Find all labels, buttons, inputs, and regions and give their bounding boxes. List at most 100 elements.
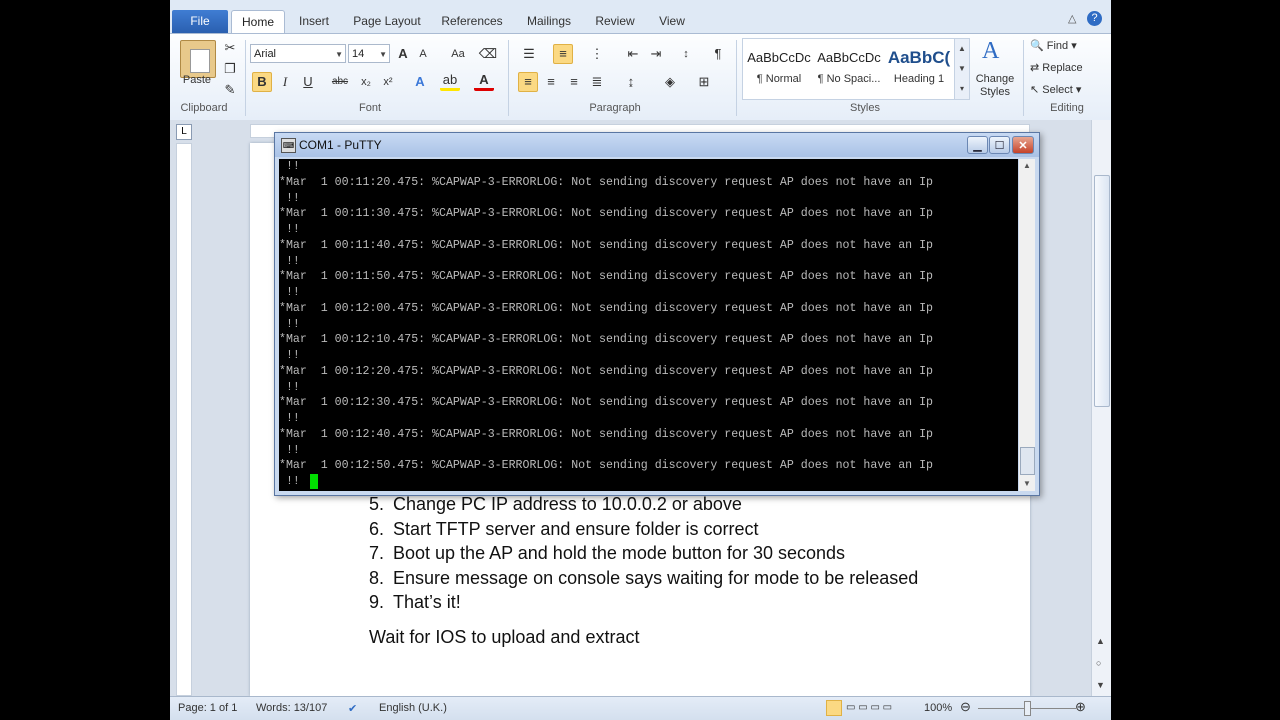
- language[interactable]: English (U.K.): [379, 702, 447, 714]
- bold-icon[interactable]: B: [252, 72, 272, 92]
- style-no-spacing[interactable]: AaBbCcDc ¶ No Spaci...: [814, 40, 884, 96]
- scroll-down-icon[interactable]: ▼: [1019, 477, 1035, 491]
- view-buttons[interactable]: ▭ ▭ ▭ ▭: [846, 702, 892, 713]
- terminal-line: *Mar 1 00:11:30.475: %CAPWAP-3-ERRORLOG:…: [279, 207, 933, 221]
- show-formatting-icon[interactable]: ¶: [708, 44, 728, 64]
- decrease-indent-icon[interactable]: ⇤: [623, 44, 643, 64]
- grow-font-icon[interactable]: A: [393, 44, 413, 64]
- terminal-output[interactable]: !! *Mar 1 00:11:20.475: %CAPWAP-3-ERRORLO…: [279, 159, 1018, 491]
- putty-icon[interactable]: ⌨: [281, 138, 296, 153]
- bullets-icon[interactable]: ☰: [519, 44, 539, 64]
- font-size-combo[interactable]: 14 ▼: [348, 44, 390, 63]
- underline-icon[interactable]: U: [298, 72, 318, 92]
- ribbon-tab-bar: File Home Insert Page Layout References …: [170, 0, 1111, 34]
- format-painter-icon[interactable]: ✎: [220, 80, 240, 100]
- numbering-icon[interactable]: ≡: [553, 44, 573, 64]
- style-normal[interactable]: AaBbCcDc ¶ Normal: [744, 40, 814, 96]
- font-name-combo[interactable]: Arial ▼: [250, 44, 346, 63]
- line-spacing-icon[interactable]: ↨: [621, 72, 641, 92]
- select-button[interactable]: ↖ Select ▾: [1030, 83, 1081, 96]
- superscript-icon[interactable]: x²: [378, 72, 398, 92]
- italic-icon[interactable]: I: [275, 72, 295, 92]
- tab-mailings[interactable]: Mailings: [518, 10, 580, 32]
- cut-icon[interactable]: ✂: [220, 38, 240, 58]
- word-count[interactable]: Words: 13/107: [256, 702, 327, 714]
- vertical-scrollbar[interactable]: ▲ ○ ▼: [1091, 120, 1111, 696]
- terminal-line: !!: [279, 349, 300, 362]
- style-heading-1[interactable]: AaBbC( Heading 1: [884, 40, 954, 96]
- terminal-line: *Mar 1 00:12:00.475: %CAPWAP-3-ERRORLOG:…: [279, 301, 933, 315]
- proofing-icon[interactable]: ✔: [348, 702, 357, 715]
- zoom-out-icon[interactable]: ⊖: [960, 699, 971, 715]
- zoom-slider-thumb[interactable]: [1024, 701, 1031, 716]
- terminal-line: !!: [279, 160, 300, 173]
- list-item: 7. Boot up the AP and hold the mode butto…: [369, 543, 846, 563]
- change-styles-button[interactable]: Change Styles: [970, 73, 1020, 99]
- justify-icon[interactable]: ≣: [587, 72, 607, 92]
- font-group-label: Font: [358, 102, 381, 114]
- terminal-line: !!: [279, 317, 300, 331]
- align-left-icon[interactable]: ≡: [518, 72, 538, 92]
- tab-home[interactable]: Home: [231, 10, 285, 33]
- tab-review[interactable]: Review: [590, 10, 640, 32]
- paste-icon[interactable]: [180, 40, 216, 78]
- print-layout-icon[interactable]: [826, 700, 842, 716]
- scrollbar-thumb[interactable]: [1094, 175, 1110, 407]
- shrink-font-icon[interactable]: A: [413, 44, 433, 64]
- paste-button[interactable]: Paste: [178, 74, 216, 86]
- document-paragraph: Wait for IOS to upload and extract: [369, 627, 640, 647]
- tab-insert[interactable]: Insert: [290, 10, 338, 32]
- divider: [736, 40, 737, 116]
- align-center-icon[interactable]: ≡: [541, 72, 561, 92]
- tab-references[interactable]: References: [436, 10, 508, 32]
- vertical-ruler[interactable]: [176, 143, 192, 696]
- change-styles-icon[interactable]: A: [982, 38, 999, 65]
- shading-icon[interactable]: ◈: [660, 72, 680, 92]
- terminal-line: *Mar 1 00:11:20.475: %CAPWAP-3-ERRORLOG:…: [279, 175, 933, 189]
- find-button[interactable]: 🔍 Find ▾: [1030, 39, 1077, 52]
- replace-button[interactable]: ⇄ Replace: [1030, 61, 1083, 74]
- multilevel-list-icon[interactable]: ⋮: [587, 44, 607, 64]
- styles-gallery-scroll[interactable]: ▲ ▼ ▾: [954, 38, 970, 100]
- highlight-icon[interactable]: ab: [440, 72, 460, 91]
- tab-view[interactable]: View: [650, 10, 694, 32]
- putty-title-bar[interactable]: ⌨ COM1 - PuTTY ▁ ☐ ✕: [275, 133, 1039, 157]
- text-effects-icon[interactable]: A: [410, 72, 430, 92]
- font-color-icon[interactable]: A: [474, 72, 494, 91]
- tab-page-layout[interactable]: Page Layout: [348, 10, 426, 32]
- terminal-line: *Mar 1 00:12:40.475: %CAPWAP-3-ERRORLOG:…: [279, 427, 933, 441]
- copy-icon[interactable]: ❐: [220, 59, 240, 79]
- sort-icon[interactable]: ↕: [676, 44, 696, 64]
- terminal-line: *Mar 1 00:11:40.475: %CAPWAP-3-ERRORLOG:…: [279, 238, 933, 252]
- tab-file[interactable]: File: [172, 10, 228, 33]
- clear-formatting-icon[interactable]: ⌫: [478, 44, 498, 64]
- tab-selector[interactable]: L: [176, 124, 192, 140]
- scroll-up-icon[interactable]: ▲: [1019, 159, 1035, 173]
- putty-window[interactable]: ⌨ COM1 - PuTTY ▁ ☐ ✕ !! *Mar 1 00:11:20.4…: [274, 132, 1040, 496]
- terminal-line: *Mar 1 00:12:20.475: %CAPWAP-3-ERRORLOG:…: [279, 364, 933, 378]
- change-case-icon[interactable]: Aa: [445, 44, 471, 64]
- maximize-button[interactable]: ☐: [989, 136, 1010, 154]
- find-icon: 🔍: [1030, 40, 1044, 52]
- zoom-level[interactable]: 100%: [924, 702, 952, 714]
- list-item: 6. Start TFTP server and ensure folder is…: [369, 518, 759, 539]
- borders-icon[interactable]: ⊞: [694, 72, 714, 92]
- divider: [508, 40, 509, 116]
- clipboard-group-label: Clipboard: [180, 102, 228, 114]
- subscript-icon[interactable]: x₂: [356, 72, 376, 92]
- increase-indent-icon[interactable]: ⇥: [646, 44, 666, 64]
- terminal-line: !!: [279, 286, 300, 299]
- browse-buttons[interactable]: ▲ ○ ▼: [1096, 630, 1105, 696]
- putty-title: COM1 - PuTTY: [299, 138, 382, 152]
- page-count[interactable]: Page: 1 of 1: [178, 702, 237, 714]
- align-right-icon[interactable]: ≡: [564, 72, 584, 92]
- minimize-ribbon-icon[interactable]: △: [1068, 12, 1076, 25]
- help-icon[interactable]: ?: [1087, 11, 1102, 26]
- select-icon: ↖: [1030, 84, 1040, 96]
- strikethrough-icon[interactable]: abc: [330, 72, 350, 92]
- minimize-button[interactable]: ▁: [967, 136, 988, 154]
- terminal-scrollbar[interactable]: ▲ ▼: [1019, 159, 1035, 491]
- zoom-in-icon[interactable]: ⊕: [1075, 699, 1086, 715]
- terminal-scroll-thumb[interactable]: [1020, 447, 1035, 475]
- close-button[interactable]: ✕: [1012, 136, 1034, 154]
